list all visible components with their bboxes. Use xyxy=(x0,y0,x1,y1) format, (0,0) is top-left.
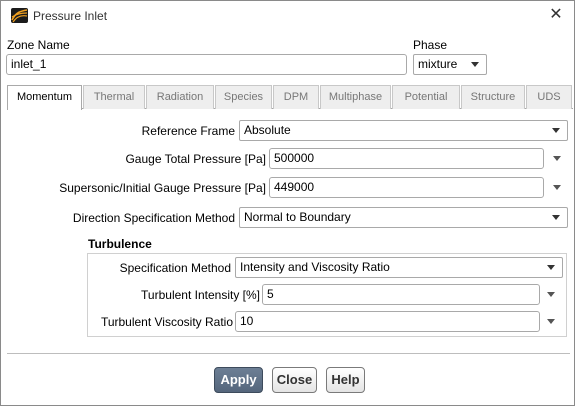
chevron-down-icon xyxy=(552,215,560,220)
tab-dpm[interactable]: DPM xyxy=(273,85,319,109)
tab-multiphase[interactable]: Multiphase xyxy=(320,85,391,109)
title-bar: Pressure Inlet ✕ xyxy=(1,1,574,31)
reference-frame-dropdown[interactable]: Absolute xyxy=(239,120,568,141)
turbulent-intensity-input[interactable]: 5 xyxy=(262,284,540,305)
tab-bar: Momentum Thermal Radiation Species DPM M… xyxy=(7,85,573,110)
close-icon[interactable]: ✕ xyxy=(546,5,566,25)
turbulent-viscosity-ratio-input[interactable]: 10 xyxy=(235,311,540,332)
tab-radiation[interactable]: Radiation xyxy=(146,85,214,109)
parameter-menu-icon[interactable] xyxy=(553,185,561,190)
apply-button[interactable]: Apply xyxy=(214,367,263,393)
spec-method-dropdown[interactable]: Intensity and Viscosity Ratio xyxy=(235,257,563,278)
tab-thermal[interactable]: Thermal xyxy=(83,85,145,109)
chevron-down-icon xyxy=(552,128,560,133)
supersonic-pressure-label: Supersonic/Initial Gauge Pressure [Pa] xyxy=(59,181,266,195)
footer-divider xyxy=(7,353,570,354)
phase-value: mixture xyxy=(418,57,458,71)
parameter-menu-icon[interactable] xyxy=(547,319,555,324)
tab-uds[interactable]: UDS xyxy=(526,85,572,109)
gauge-total-pressure-label: Gauge Total Pressure [Pa] xyxy=(125,152,266,166)
turbulence-heading: Turbulence xyxy=(88,237,152,251)
tab-structure[interactable]: Structure xyxy=(461,85,525,109)
turbulent-intensity-label: Turbulent Intensity [%] xyxy=(141,288,260,302)
help-button[interactable]: Help xyxy=(326,367,365,393)
parameter-menu-icon[interactable] xyxy=(547,292,555,297)
phase-label: Phase xyxy=(413,38,448,52)
tab-species[interactable]: Species xyxy=(215,85,272,109)
tab-potential[interactable]: Potential xyxy=(392,85,460,109)
pressure-inlet-dialog: Pressure Inlet ✕ Zone Name inlet_1 Phase… xyxy=(0,0,575,406)
phase-dropdown[interactable]: mixture xyxy=(413,54,487,75)
chevron-down-icon xyxy=(471,62,479,67)
chevron-down-icon xyxy=(547,265,555,270)
supersonic-pressure-input[interactable]: 449000 xyxy=(269,177,544,198)
close-button[interactable]: Close xyxy=(272,367,317,393)
fluent-app-icon xyxy=(11,8,28,23)
spec-method-value: Intensity and Viscosity Ratio xyxy=(240,260,390,274)
reference-frame-value: Absolute xyxy=(244,123,291,137)
window-title: Pressure Inlet xyxy=(33,9,108,23)
direction-method-label: Direction Specification Method xyxy=(72,211,235,225)
gauge-total-pressure-input[interactable]: 500000 xyxy=(269,148,544,169)
reference-frame-label: Reference Frame xyxy=(141,124,235,138)
turbulent-viscosity-ratio-label: Turbulent Viscosity Ratio xyxy=(100,315,233,329)
spec-method-label: Specification Method xyxy=(119,261,231,275)
direction-method-dropdown[interactable]: Normal to Boundary xyxy=(239,207,568,228)
zone-name-input[interactable]: inlet_1 xyxy=(6,54,407,75)
direction-method-value: Normal to Boundary xyxy=(244,210,351,224)
zone-name-label: Zone Name xyxy=(7,38,70,52)
tab-momentum[interactable]: Momentum xyxy=(7,85,82,110)
parameter-menu-icon[interactable] xyxy=(553,156,561,161)
